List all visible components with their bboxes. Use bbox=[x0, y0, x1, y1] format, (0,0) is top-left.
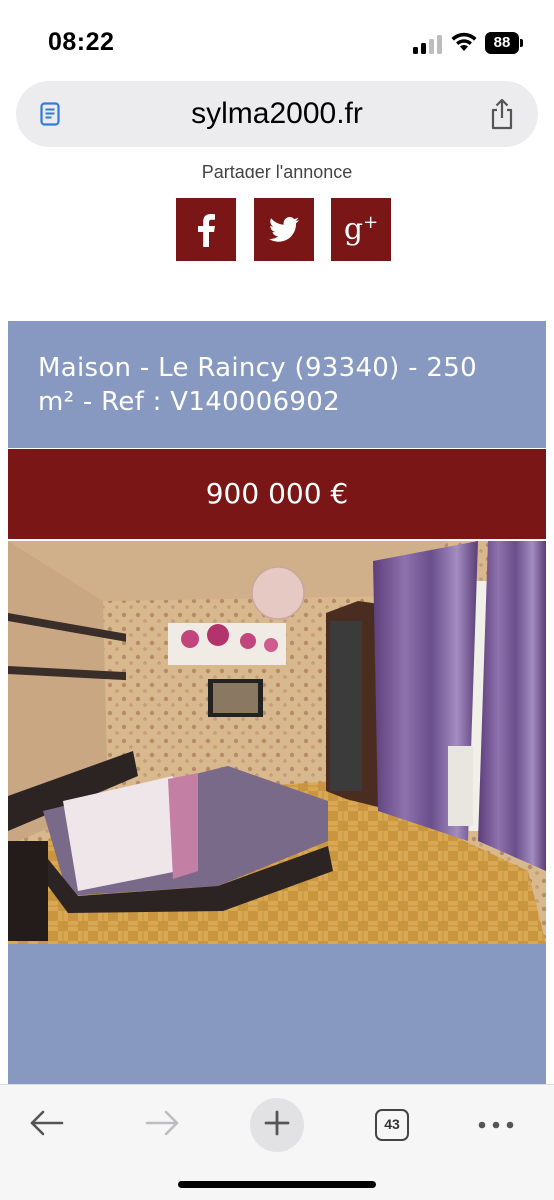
twitter-icon bbox=[269, 217, 299, 242]
plus-icon bbox=[263, 1109, 291, 1142]
listing-header: Maison - Le Raincy (93340) - 250 m² - Re… bbox=[8, 321, 546, 448]
price-bar: 900 000 € bbox=[8, 449, 546, 539]
battery-level: 88 bbox=[485, 32, 519, 54]
twitter-share-button[interactable] bbox=[254, 198, 314, 261]
forward-arrow-icon bbox=[144, 1110, 180, 1141]
home-indicator bbox=[178, 1181, 376, 1188]
tab-count: 43 bbox=[384, 1116, 400, 1132]
listing-price: 900 000 € bbox=[205, 477, 349, 510]
back-arrow-icon bbox=[29, 1110, 65, 1141]
tabs-button[interactable]: 43 bbox=[364, 1097, 420, 1153]
more-button[interactable] bbox=[468, 1097, 524, 1153]
share-label: Partager l'annonce bbox=[201, 164, 353, 178]
status-time: 08:22 bbox=[48, 28, 115, 56]
web-page: Partager l'annonce g+ Maison - Le Raincy… bbox=[0, 164, 554, 1084]
status-bar: 08:22 88 bbox=[0, 0, 554, 80]
bedroom-photo[interactable] bbox=[8, 541, 546, 944]
forward-button[interactable] bbox=[134, 1097, 190, 1153]
new-tab-button[interactable] bbox=[249, 1097, 305, 1153]
content-panel bbox=[8, 944, 546, 1084]
google-plus-icon: g+ bbox=[343, 212, 379, 247]
tabs-icon: 43 bbox=[375, 1109, 409, 1141]
cellular-signal-icon bbox=[413, 34, 443, 54]
url-text[interactable]: sylma2000.fr bbox=[16, 97, 538, 131]
google-plus-share-button[interactable]: g+ bbox=[331, 198, 391, 261]
browser-toolbar: 43 bbox=[0, 1084, 554, 1200]
back-button[interactable] bbox=[19, 1097, 75, 1153]
address-bar[interactable]: sylma2000.fr bbox=[16, 81, 538, 147]
share-icon[interactable] bbox=[488, 98, 516, 130]
facebook-share-button[interactable] bbox=[176, 198, 236, 261]
wifi-icon bbox=[450, 30, 478, 52]
listing-title: Maison - Le Raincy (93340) - 250 m² - Re… bbox=[38, 353, 477, 417]
battery-icon: 88 bbox=[485, 32, 523, 54]
facebook-icon bbox=[196, 213, 216, 247]
more-icon bbox=[478, 1116, 514, 1134]
